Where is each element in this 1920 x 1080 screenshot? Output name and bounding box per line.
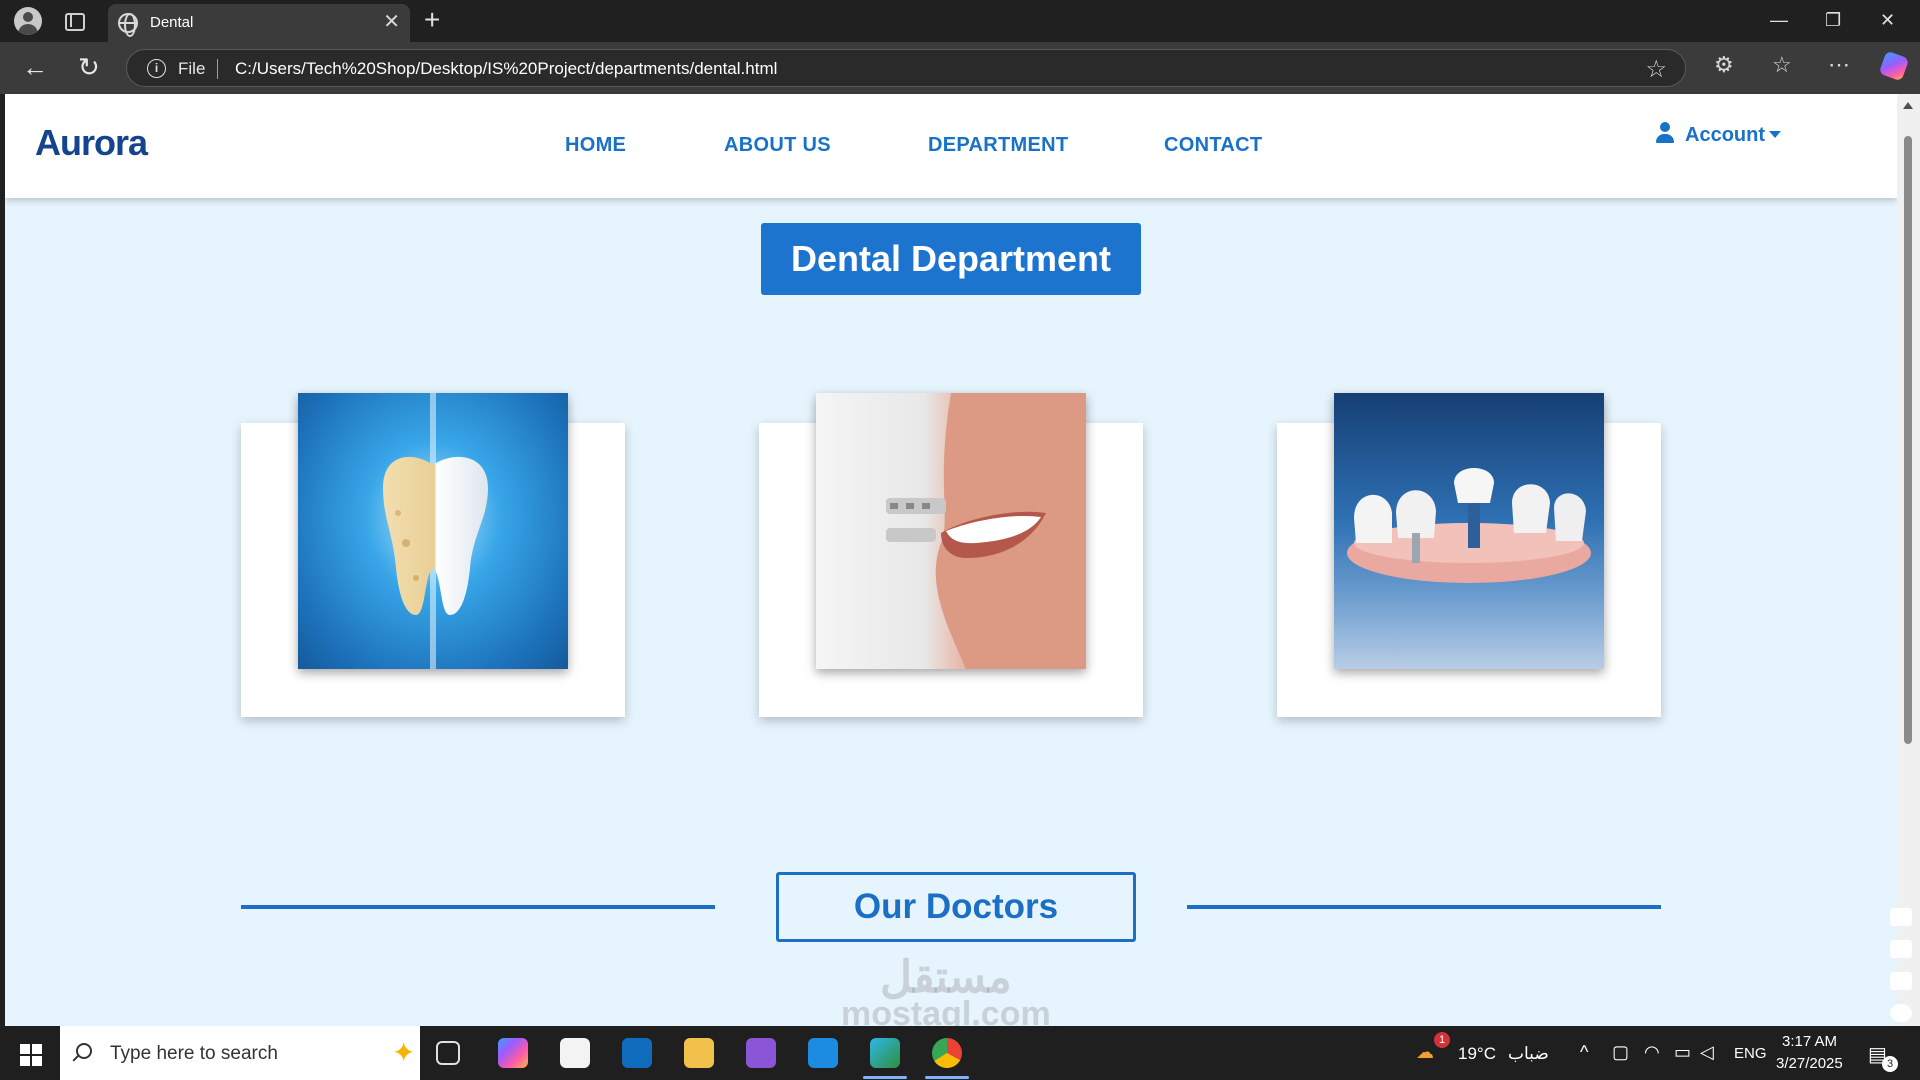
our-doctors-heading: Our Doctors <box>776 872 1136 942</box>
department-card[interactable] <box>1277 393 1661 717</box>
clock-date[interactable]: 3/27/2025 <box>1776 1055 1843 1072</box>
window-close-icon[interactable]: ✕ <box>1880 8 1895 32</box>
weather-desc[interactable]: ضباب <box>1508 1044 1549 1064</box>
edge-icon[interactable] <box>870 1038 900 1068</box>
department-card[interactable] <box>759 393 1143 717</box>
nav-contact[interactable]: CONTACT <box>1164 134 1262 157</box>
camera-icon[interactable] <box>1890 908 1912 926</box>
notification-count: 3 <box>1882 1056 1898 1072</box>
reload-icon[interactable]: ↻ <box>78 54 100 80</box>
back-arrow-icon[interactable]: ← <box>22 54 48 80</box>
weather-temp[interactable]: 19°C <box>1458 1044 1496 1064</box>
nav-about-us[interactable]: ABOUT US <box>724 134 831 157</box>
task-view-icon[interactable] <box>436 1041 460 1065</box>
browser-tab-dental[interactable]: Dental ✕ <box>108 4 410 42</box>
battery-icon[interactable]: ▭ <box>1674 1042 1691 1063</box>
globe-icon <box>118 13 138 37</box>
copilot-taskbar-icon[interactable] <box>498 1038 528 1068</box>
nav-department[interactable]: DEPARTMENT <box>928 134 1068 157</box>
sparkle-icon: ✦ <box>392 1037 416 1068</box>
section-divider-right <box>1187 905 1661 909</box>
url-scheme-label: File <box>178 59 206 78</box>
active-app-indicator <box>863 1076 907 1079</box>
chrome-icon[interactable] <box>932 1038 962 1068</box>
scroll-thumb[interactable] <box>1904 136 1912 744</box>
start-windows-icon[interactable] <box>20 1044 42 1066</box>
windows-taskbar: Type here to search ✦ ☁ 1 19°C ضباب ^ ▢ … <box>0 1026 1920 1080</box>
favorites-icon[interactable]: ☆ <box>1772 53 1792 77</box>
tab-actions-icon[interactable] <box>64 11 85 31</box>
profile-avatar-icon[interactable] <box>14 7 42 35</box>
url-separator <box>217 59 218 79</box>
browser-toolbar: ← ↻ i File C:/Users/Tech%20Shop/Desktop/… <box>0 42 1920 94</box>
user-icon <box>1655 122 1675 144</box>
browser-tab-bar: Dental ✕ + — ❐ ✕ <box>0 0 1920 42</box>
windows-icon[interactable] <box>1890 972 1912 990</box>
section-divider-left <box>241 905 715 909</box>
scroll-up-icon[interactable] <box>1903 102 1913 109</box>
weather-icon[interactable]: ☁ <box>1416 1042 1434 1063</box>
url-text[interactable]: C:/Users/Tech%20Shop/Desktop/IS%20Projec… <box>235 59 777 79</box>
clock-time[interactable]: 3:17 AM <box>1782 1033 1837 1050</box>
video-icon[interactable] <box>1890 940 1912 958</box>
address-bar[interactable]: i File C:/Users/Tech%20Shop/Desktop/IS%2… <box>126 49 1686 87</box>
vscode-icon[interactable] <box>808 1038 838 1068</box>
account-menu[interactable]: Account <box>1655 122 1781 147</box>
favorite-star-icon[interactable]: ☆ <box>1645 55 1667 84</box>
site-info-icon[interactable]: i <box>147 59 166 78</box>
search-icon <box>76 1043 92 1059</box>
visual-studio-icon[interactable] <box>746 1038 776 1068</box>
weather-badge: 1 <box>1434 1032 1450 1048</box>
search-placeholder: Type here to search <box>110 1043 278 1064</box>
caret-down-icon <box>1769 131 1781 138</box>
show-hidden-icons-chevron-icon[interactable]: ^ <box>1580 1042 1588 1063</box>
minimize-icon[interactable]: — <box>1770 8 1788 32</box>
page-viewport: Aurora HOME ABOUT US DEPARTMENT CONTACT … <box>5 94 1897 1026</box>
tab-title: Dental <box>150 14 194 31</box>
outlook-icon[interactable] <box>622 1038 652 1068</box>
more-options-icon[interactable]: ⋯ <box>1828 53 1850 77</box>
extensions-icon[interactable]: ⚙ <box>1714 53 1734 77</box>
language-indicator[interactable]: ENG <box>1734 1045 1767 1062</box>
wifi-icon[interactable]: ◠ <box>1644 1042 1660 1063</box>
tooth-whitening-image <box>298 393 568 669</box>
dental-implant-image <box>1334 393 1604 669</box>
account-label: Account <box>1685 124 1765 146</box>
volume-icon[interactable]: ◁ <box>1700 1042 1714 1063</box>
side-tools <box>1886 872 1916 1032</box>
meet-now-icon[interactable]: ▢ <box>1612 1042 1629 1063</box>
new-tab-icon[interactable]: + <box>424 6 440 34</box>
taskbar-search[interactable]: Type here to search ✦ <box>60 1026 420 1080</box>
store-icon[interactable] <box>560 1038 590 1068</box>
watermark-url: mostaql.com <box>841 995 1051 1026</box>
watermark: مستقل mostaql.com <box>841 952 1051 1026</box>
open-app-indicator <box>925 1076 969 1079</box>
restore-icon[interactable]: ❐ <box>1825 8 1841 32</box>
orthodontic-braces-smile-image <box>816 393 1086 669</box>
settings-gear-icon[interactable] <box>1890 1004 1912 1022</box>
aurora-logo[interactable]: Aurora <box>35 122 148 164</box>
department-card[interactable] <box>241 393 625 717</box>
department-title: Dental Department <box>761 223 1141 295</box>
file-explorer-icon[interactable] <box>684 1038 714 1068</box>
site-header: Aurora HOME ABOUT US DEPARTMENT CONTACT … <box>5 94 1897 198</box>
tab-close-icon[interactable]: ✕ <box>383 11 400 33</box>
nav-home[interactable]: HOME <box>565 134 626 157</box>
